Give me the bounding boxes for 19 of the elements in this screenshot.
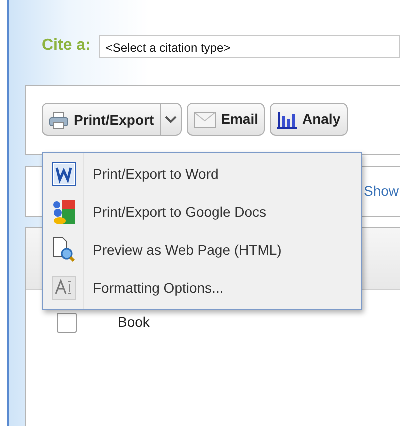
bar-chart-icon xyxy=(277,110,298,128)
field-label: Cite a: xyxy=(42,36,91,56)
toolbar-button[interactable]: Email xyxy=(187,103,266,136)
row-label: Book xyxy=(118,313,150,332)
toolbar-button[interactable]: Analy xyxy=(270,103,348,136)
show-link[interactable]: Show xyxy=(364,181,400,202)
colored-blocks-icon xyxy=(52,199,76,225)
document-w-icon xyxy=(52,162,76,186)
menu-item[interactable]: Print/Export to Word xyxy=(43,155,361,193)
menu-item[interactable]: Print/Export to Google Docs xyxy=(43,193,361,231)
caret-icon xyxy=(165,116,178,124)
menu-item[interactable]: Preview as Web Page (HTML) xyxy=(43,231,361,269)
citation-type-select[interactable]: <Select a citation type> xyxy=(98,34,400,58)
checkbox[interactable] xyxy=(57,312,77,332)
envelope-icon xyxy=(194,112,216,128)
page-magnifier-icon xyxy=(52,237,76,263)
printer-icon xyxy=(49,112,69,130)
font-size-icon xyxy=(52,276,76,300)
menu-item[interactable]: Formatting Options... xyxy=(43,269,361,307)
